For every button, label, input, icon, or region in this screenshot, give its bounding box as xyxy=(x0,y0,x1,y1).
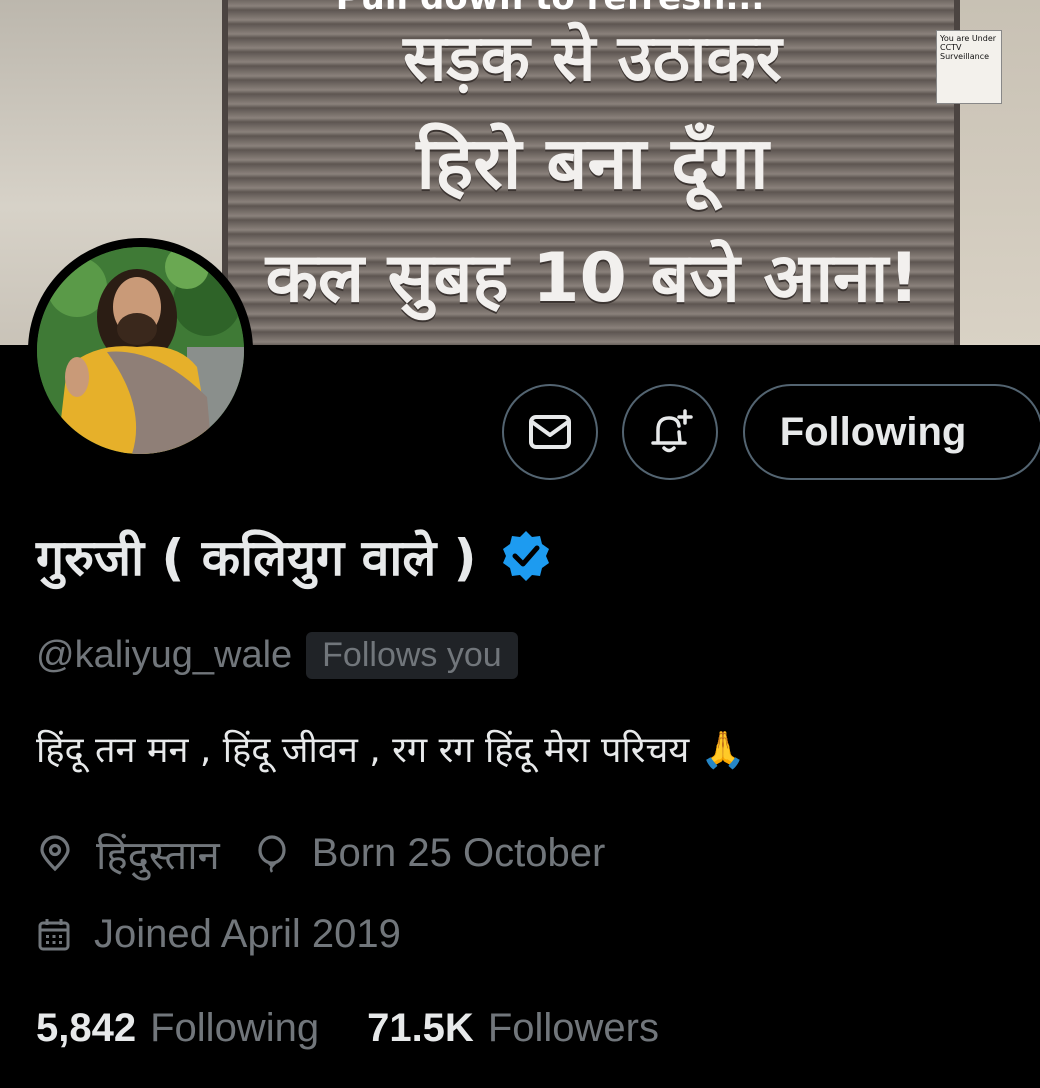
verified-badge-icon[interactable] xyxy=(498,528,554,584)
profile-meta-row-1: हिंदुस्तान Born 25 October xyxy=(36,826,639,881)
pull-to-refresh-caption: Pull down to refresh... xyxy=(300,0,800,18)
bell-plus-icon xyxy=(651,409,693,453)
following-count[interactable]: 5,842 xyxy=(36,1006,136,1051)
banner-shutter-line-2: हिरो बना दूँगा xyxy=(416,121,769,205)
following-button[interactable]: Following xyxy=(743,384,1040,480)
location-text: हिंदुस्तान xyxy=(96,834,220,878)
location-item: हिंदुस्तान xyxy=(36,826,220,881)
followers-count[interactable]: 71.5K xyxy=(367,1006,474,1051)
handle-row: @kaliyug_wale Follows you xyxy=(36,632,518,679)
birthday-item: Born 25 October xyxy=(254,831,606,876)
message-button[interactable] xyxy=(502,384,598,480)
joined-text: Joined April 2019 xyxy=(94,912,401,956)
follow-stats: 5,842 Following 71.5K Followers xyxy=(36,1006,707,1051)
avatar-photo xyxy=(37,247,244,454)
following-link[interactable]: Following xyxy=(150,1006,319,1051)
balloon-icon xyxy=(258,834,286,873)
cctv-notice: You are Under CCTV Surveillance xyxy=(936,30,1002,104)
joined-item: Joined April 2019 xyxy=(36,912,401,957)
envelope-icon xyxy=(529,415,571,449)
name-row: गुरुजी ( कलियुग वाले ) xyxy=(36,522,554,590)
profile-meta-row-2: Joined April 2019 xyxy=(36,912,435,957)
handle: @kaliyug_wale xyxy=(36,634,293,676)
banner-shutter-line-1: सड़क से उठाकर xyxy=(403,22,782,96)
location-pin-icon xyxy=(40,834,70,871)
banner-shutter-line-3: कल सुबह 10 बजे आना! xyxy=(265,239,920,318)
followers-link[interactable]: Followers xyxy=(488,1006,659,1051)
calendar-icon xyxy=(38,918,70,950)
follows-you-badge: Follows you xyxy=(306,632,518,679)
birthday-text: Born 25 October xyxy=(311,831,606,875)
avatar[interactable] xyxy=(28,238,253,463)
display-name: गुरुजी ( कलियुग वाले ) xyxy=(36,529,477,587)
notifications-button[interactable] xyxy=(622,384,718,480)
bio: हिंदू तन मन , हिंदू जीवन , रग रग हिंदू म… xyxy=(36,730,746,771)
